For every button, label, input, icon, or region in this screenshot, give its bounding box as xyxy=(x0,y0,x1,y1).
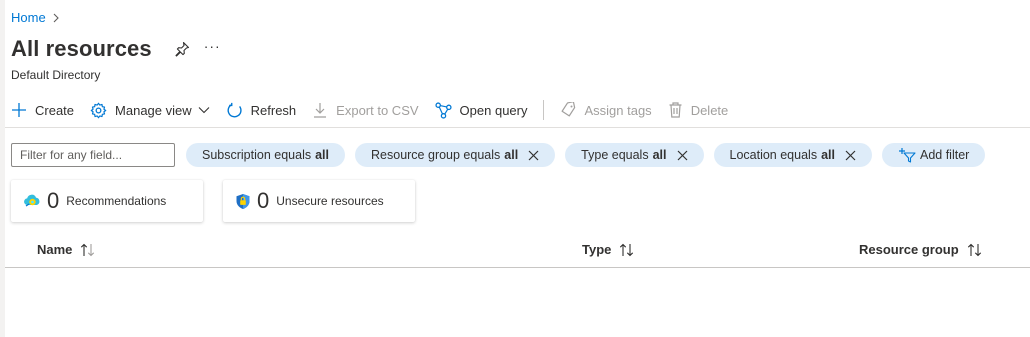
add-filter-button[interactable]: Add filter xyxy=(881,143,986,167)
assign-tags-button[interactable]: Assign tags xyxy=(560,102,652,118)
column-header-name[interactable]: Name xyxy=(37,242,96,257)
assign-tags-label: Assign tags xyxy=(584,102,652,118)
manage-view-label: Manage view xyxy=(115,102,192,118)
export-csv-button[interactable]: Export to CSV xyxy=(312,102,419,118)
column-name-label: Name xyxy=(37,242,73,257)
column-type-label: Type xyxy=(582,242,612,257)
close-icon[interactable] xyxy=(677,150,688,161)
unsecure-label: Unsecure resources xyxy=(276,194,384,208)
manage-view-button[interactable]: Manage view xyxy=(90,102,210,119)
shield-lock-icon xyxy=(236,193,250,209)
query-graph-icon xyxy=(434,101,452,119)
summary-cards: 0 Recommendations 0 Unsecure resources xyxy=(11,180,435,222)
plus-icon xyxy=(12,103,26,117)
unsecure-resources-card[interactable]: 0 Unsecure resources xyxy=(223,180,415,222)
refresh-label: Refresh xyxy=(250,102,297,118)
advisor-cloud-icon xyxy=(24,194,40,207)
gear-icon xyxy=(90,102,107,118)
left-edge-strip xyxy=(0,0,5,337)
filter-input[interactable] xyxy=(11,143,175,167)
unsecure-count: 0 xyxy=(257,188,270,213)
breadcrumb: Home xyxy=(11,10,60,25)
filter-pill-type[interactable]: Type equals all xyxy=(565,143,704,167)
chevron-down-icon xyxy=(198,107,210,114)
toolbar-divider xyxy=(543,100,545,120)
refresh-icon xyxy=(227,102,242,117)
add-filter-icon xyxy=(898,148,916,163)
sort-icon xyxy=(967,243,981,256)
delete-button[interactable]: Delete xyxy=(668,102,729,118)
filter-location-label: Location equals xyxy=(729,148,818,162)
add-filter-label: Add filter xyxy=(919,148,970,162)
recommendations-count: 0 xyxy=(47,188,60,213)
create-label: Create xyxy=(35,102,75,118)
recommendations-label: Recommendations xyxy=(66,194,167,208)
breadcrumb-home-link[interactable]: Home xyxy=(11,10,46,25)
filter-pill-resource-group[interactable]: Resource group equals all xyxy=(355,143,556,167)
column-header-type[interactable]: Type xyxy=(582,242,635,257)
open-query-label: Open query xyxy=(459,102,528,118)
open-query-button[interactable]: Open query xyxy=(434,101,528,119)
delete-label: Delete xyxy=(690,102,729,118)
chevron-right-icon xyxy=(53,13,59,22)
more-options-button[interactable]: ··· xyxy=(204,38,221,54)
download-icon xyxy=(314,103,327,118)
filter-bar: Subscription equals all Resource group e… xyxy=(11,143,995,167)
trash-icon xyxy=(669,102,682,118)
close-icon[interactable] xyxy=(845,150,856,161)
refresh-button[interactable]: Refresh xyxy=(226,102,297,119)
pin-icon[interactable] xyxy=(174,41,190,57)
filter-resource-group-value: all xyxy=(504,148,519,162)
sort-icon xyxy=(620,243,634,256)
filter-resource-group-label: Resource group equals xyxy=(371,148,501,162)
create-button[interactable]: Create xyxy=(11,102,74,118)
title-row: All resources ··· xyxy=(11,36,221,62)
filter-type-value: all xyxy=(652,148,667,162)
command-bar-divider xyxy=(5,127,1030,128)
filter-subscription-value: all xyxy=(315,148,330,162)
filter-subscription-label: Subscription equals xyxy=(202,148,312,162)
close-icon[interactable] xyxy=(528,150,539,161)
page-title: All resources xyxy=(11,36,152,61)
page-subtitle: Default Directory xyxy=(11,68,101,82)
export-csv-label: Export to CSV xyxy=(336,102,419,118)
filter-pill-location[interactable]: Location equals all xyxy=(713,143,872,167)
filter-type-label: Type equals xyxy=(581,148,649,162)
sort-icon xyxy=(81,243,95,256)
column-resource-group-label: Resource group xyxy=(859,242,959,257)
filter-pill-subscription[interactable]: Subscription equals all xyxy=(186,143,346,167)
command-bar: Create Manage view Refresh Export to CSV… xyxy=(11,97,744,123)
table-header: Name Type Resource group xyxy=(5,236,1030,268)
recommendations-card[interactable]: 0 Recommendations xyxy=(11,180,203,222)
tag-icon xyxy=(562,102,576,117)
filter-location-value: all xyxy=(821,148,835,162)
column-header-resource-group[interactable]: Resource group xyxy=(859,242,983,257)
